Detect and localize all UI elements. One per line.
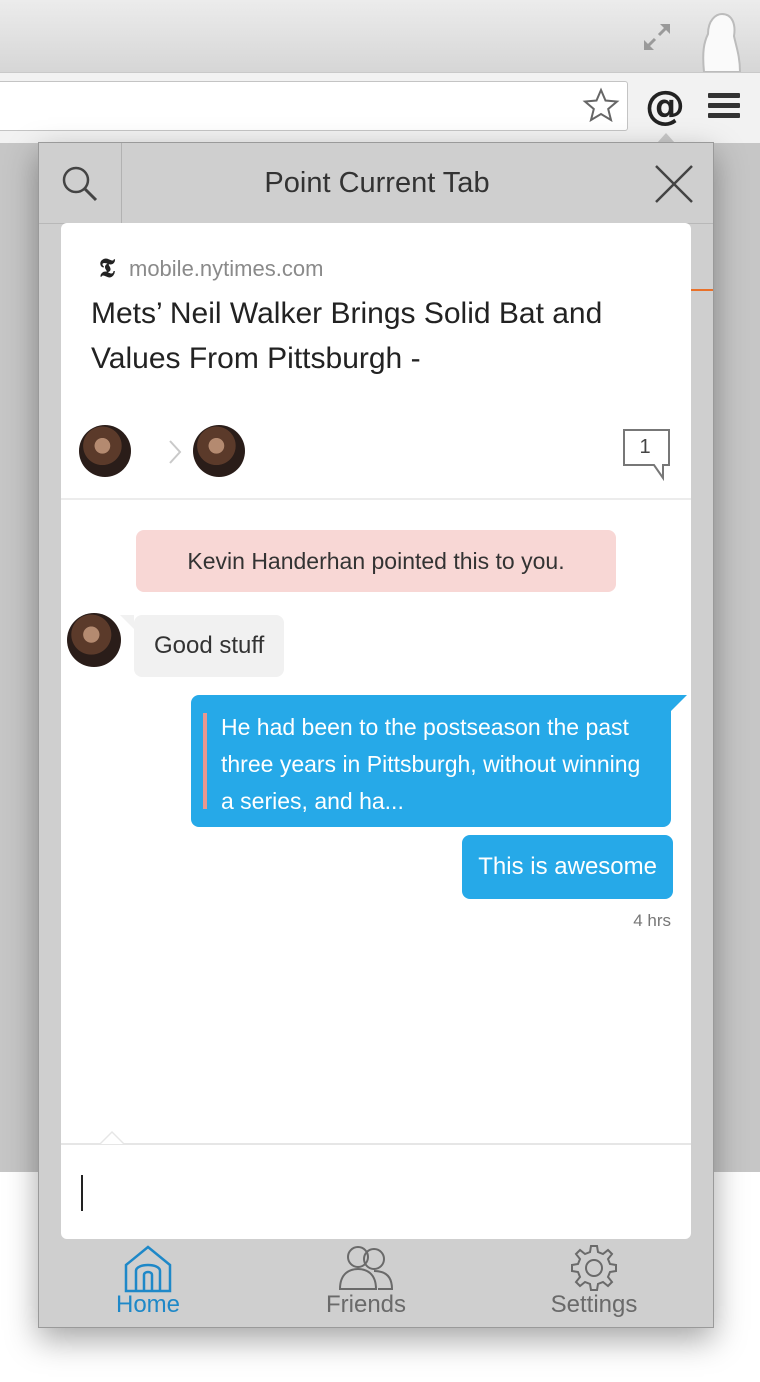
message-input[interactable]: [79, 1163, 673, 1215]
message-timestamp: 4 hrs: [633, 911, 671, 930]
message-composer: [61, 1131, 691, 1239]
composer-notch: [99, 1131, 125, 1144]
hamburger-menu-icon[interactable]: [708, 93, 740, 121]
sender-avatar[interactable]: [79, 425, 131, 477]
quote-bar: [203, 713, 207, 809]
profile-icon[interactable]: [694, 12, 744, 72]
extension-popup: Point Current Tab 𝕿 mobile.nytimes.com M…: [38, 142, 714, 1328]
gear-icon: [571, 1245, 617, 1291]
close-icon[interactable]: [653, 163, 695, 205]
nav-friends-label: Friends: [325, 1291, 407, 1318]
source-domain[interactable]: mobile.nytimes.com: [129, 256, 323, 282]
bottom-nav: Home Friends Settings: [39, 1237, 713, 1327]
divider: [61, 498, 691, 500]
nav-settings[interactable]: Settings: [519, 1243, 669, 1323]
outgoing-message: This is awesome: [462, 835, 673, 899]
star-icon[interactable]: [582, 87, 620, 123]
article-title[interactable]: Mets’ Neil Walker Brings Solid Bat and V…: [91, 291, 651, 381]
pointed-notice: Kevin Handerhan pointed this to you.: [136, 530, 616, 592]
chevron-right-icon: [169, 440, 182, 464]
quote-message: He had been to the postseason the past t…: [191, 695, 687, 827]
message-avatar[interactable]: [67, 613, 121, 667]
at-sign-icon[interactable]: @: [640, 81, 690, 143]
popup-title: Point Current Tab: [264, 167, 490, 199]
page-accent-line: [691, 289, 713, 291]
nav-settings-label: Settings: [550, 1291, 638, 1318]
comment-count: 1: [639, 436, 651, 458]
nav-home-label: Home: [115, 1291, 181, 1318]
participants-row: 1: [79, 423, 679, 481]
recipient-avatar[interactable]: [193, 425, 245, 477]
quote-text: He had been to the postseason the past t…: [221, 714, 641, 814]
search-button[interactable]: [39, 143, 122, 223]
incoming-message: Good stuff: [119, 615, 285, 677]
search-icon: [62, 166, 98, 202]
browser-toolbar: @: [0, 72, 760, 143]
nyt-logo-icon: 𝕿: [99, 254, 115, 284]
nav-home[interactable]: Home: [73, 1243, 223, 1323]
home-icon: [124, 1245, 172, 1293]
friends-icon: [338, 1246, 394, 1290]
browser-titlebar: [0, 0, 760, 72]
address-bar[interactable]: [0, 81, 628, 131]
expand-icon[interactable]: [640, 20, 674, 54]
article-source: 𝕿 mobile.nytimes.com: [91, 251, 323, 287]
comment-count-badge[interactable]: 1: [623, 429, 670, 481]
conversation-card: 𝕿 mobile.nytimes.com Mets’ Neil Walker B…: [61, 223, 691, 1239]
nav-friends[interactable]: Friends: [291, 1243, 441, 1323]
popup-header: Point Current Tab: [39, 143, 713, 224]
